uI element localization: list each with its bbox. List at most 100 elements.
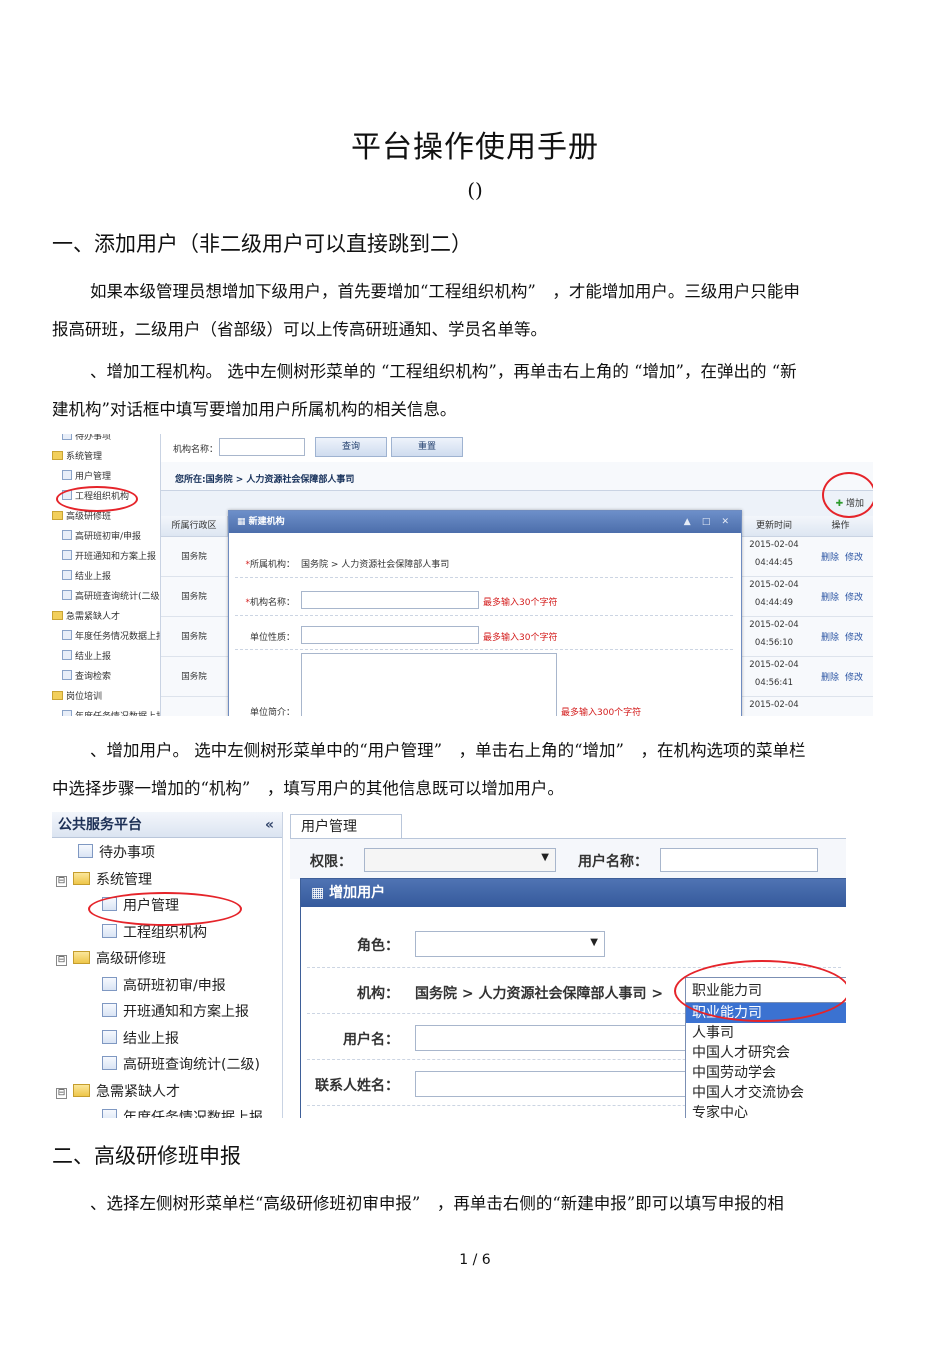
tree-item[interactable]: 结业上报: [102, 1027, 179, 1051]
screenshot-new-organization: 待办事项系统管理用户管理工程组织机构高级研修班高研班初审/申报 开班通知和方案上报…: [52, 434, 873, 716]
cell-time: 04:44:49: [754, 598, 794, 608]
page-icon: [62, 470, 72, 480]
tree-item[interactable]: 开班通知和方案上报: [62, 548, 156, 566]
username-filter-input[interactable]: [660, 848, 818, 872]
tree-item[interactable]: 结业上报: [62, 568, 111, 586]
cell-date: 2015-02-04: [749, 660, 799, 670]
tree-item-label: 待办事项: [99, 845, 155, 861]
tree-item[interactable]: 用户管理: [102, 894, 179, 918]
delete-link[interactable]: 删除: [821, 550, 839, 563]
cell-time: 04:44:45: [754, 558, 794, 568]
tree-item-label: 工程组织机构: [123, 924, 207, 941]
section-1-heading: 一、添加用户（非二级用户可以直接跳到二）: [52, 232, 472, 256]
cell-region: 国务院: [181, 672, 207, 682]
org-intro-textarea[interactable]: [301, 653, 557, 716]
tree-item[interactable]: 工程组织机构: [62, 488, 129, 506]
delete-link[interactable]: 删除: [821, 630, 839, 643]
paragraph-3-line-2: 中选择步骤一增加的“机构” ，填写用户的其他信息既可以增加用户。: [52, 779, 564, 798]
divider: [307, 967, 841, 968]
org-path: 国务院 > 人力资源社会保障部人事司 >: [415, 986, 664, 1002]
filter-bar: 权限： ▼ 用户名称：: [290, 839, 846, 879]
tree-item[interactable]: ⊟ 高级研修班: [56, 947, 166, 971]
username-input[interactable]: [415, 1025, 687, 1051]
column-header-region: 所属行政区: [161, 516, 228, 537]
paragraph-3-line-1: 、增加用户。 选中左侧树形菜单中的“用户管理” ，单击右上角的“增加” ，在机构…: [90, 741, 806, 760]
dropdown-option[interactable]: 中国人才交流协会: [686, 1083, 846, 1103]
collapse-toggle-icon[interactable]: ⊟: [56, 875, 67, 887]
permission-select[interactable]: ▼: [364, 848, 556, 872]
tree-item[interactable]: 年度任务情况数据上报: [102, 1106, 263, 1118]
org-name-field[interactable]: [301, 591, 479, 609]
tree-item[interactable]: 岗位培训: [52, 688, 102, 706]
page-icon: [102, 923, 117, 938]
tree-item[interactable]: 急需紧缺人才: [52, 608, 120, 626]
tree-item[interactable]: 高研班查询统计(二级): [102, 1053, 260, 1077]
edit-link[interactable]: 修改: [845, 630, 863, 643]
org-dropdown-list: 职业能力司 人事司 中国人才研究会 中国劳动学会 中国人才交流协会 专家中心: [685, 1003, 846, 1118]
page-icon: [62, 710, 72, 716]
folder-icon: [52, 691, 63, 700]
edit-link[interactable]: 修改: [845, 550, 863, 563]
tree-item[interactable]: 高研班查询统计(二级): [62, 588, 163, 606]
cell-date: 2015-02-04: [749, 580, 799, 590]
edit-link[interactable]: 修改: [845, 670, 863, 683]
tree-item-label: 高级研修班: [96, 951, 166, 967]
tree-item[interactable]: 用户管理: [62, 468, 111, 486]
column-header-operations: 操作: [807, 516, 873, 537]
tree-item-label: 年度任务情况数据上报: [75, 712, 165, 716]
tree-item[interactable]: 高级研修班: [52, 508, 111, 526]
collapse-icon[interactable]: «: [265, 812, 274, 838]
org-nature-label: 单位性质：: [249, 633, 295, 643]
tree-item[interactable]: 年度任务情况数据上报: [62, 628, 165, 646]
tree-item[interactable]: 开班通知和方案上报: [102, 1000, 249, 1024]
tree-item[interactable]: 年度任务情况数据上报: [62, 708, 165, 716]
tree-item[interactable]: 查询检索: [62, 668, 111, 686]
dropdown-option[interactable]: 职业能力司: [686, 1003, 846, 1023]
dropdown-option[interactable]: 专家中心: [686, 1103, 846, 1118]
contact-name-input[interactable]: [415, 1071, 687, 1097]
cell-date: 2015-02-04: [749, 540, 799, 550]
paragraph-4-line-1: 、选择左侧树形菜单栏“高级研修班初审申报” ，再单击右侧的“新建申报”即可以填写…: [90, 1194, 784, 1213]
tree-item[interactable]: ⊟ 急需紧缺人才: [56, 1080, 180, 1104]
dropdown-option[interactable]: 人事司: [686, 1023, 846, 1043]
dropdown-option[interactable]: 中国劳动学会: [686, 1063, 846, 1083]
section-2-heading: 二、高级研修班申报: [52, 1144, 241, 1168]
org-intro-label: 单位简介：: [249, 708, 295, 716]
add-button[interactable]: ✚ 增加: [836, 496, 864, 509]
delete-link[interactable]: 删除: [821, 670, 839, 683]
chevron-down-icon: ▼: [590, 937, 598, 948]
role-select[interactable]: ▼: [415, 931, 605, 957]
edit-link[interactable]: 修改: [845, 590, 863, 603]
tree-item[interactable]: 待办事项: [62, 434, 111, 446]
tree-item[interactable]: 高研班初审/申报: [102, 974, 226, 998]
tree-header-title: 公共服务平台: [58, 817, 142, 833]
tree-item[interactable]: 工程组织机构: [102, 921, 207, 945]
tree-item-label: 急需紧缺人才: [96, 1083, 180, 1100]
collapse-toggle-icon[interactable]: ⊟: [56, 1087, 67, 1099]
tree-item[interactable]: 结业上报: [62, 648, 111, 666]
org-dropdown[interactable]: 职业能力司: [685, 977, 846, 1003]
delete-link[interactable]: 删除: [821, 590, 839, 603]
page-icon: [102, 1109, 117, 1118]
tree-item[interactable]: ⊟ 系统管理: [56, 868, 152, 892]
page-number: 1 / 6: [459, 1252, 491, 1268]
window-controls[interactable]: ▲ □ ✕: [684, 511, 733, 533]
tree-item-label: 系统管理: [66, 452, 103, 462]
reset-button[interactable]: 重置: [391, 437, 463, 457]
page-title: 平台操作使用手册: [351, 130, 599, 165]
cell-region: 国务院: [181, 552, 207, 562]
tab-user-management[interactable]: 用户管理: [290, 814, 402, 838]
collapse-toggle-icon[interactable]: ⊟: [56, 955, 67, 966]
tree-item[interactable]: 高研班初审/申报: [62, 528, 141, 546]
org-nature-field[interactable]: [301, 626, 479, 644]
org-label: 机构：: [357, 986, 399, 1002]
tree-item[interactable]: 待办事项: [78, 841, 155, 865]
org-name-hint: 最多输入30个字符: [483, 598, 558, 608]
org-name-input[interactable]: [219, 438, 305, 456]
divider: [235, 649, 733, 650]
query-button[interactable]: 查询: [315, 437, 387, 457]
window-icon: ▦: [237, 517, 246, 527]
dropdown-option[interactable]: 中国人才研究会: [686, 1043, 846, 1063]
tree-menu: 待办事项系统管理用户管理工程组织机构高级研修班高研班初审/申报 开班通知和方案上报…: [52, 434, 165, 716]
tree-item[interactable]: 系统管理: [52, 448, 102, 466]
